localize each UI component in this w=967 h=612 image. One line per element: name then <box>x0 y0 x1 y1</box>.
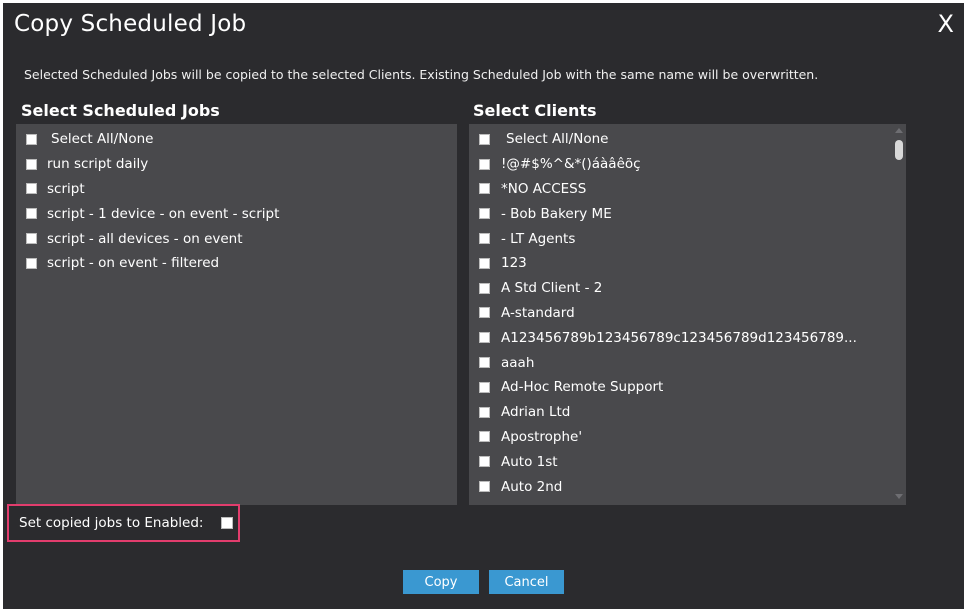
client-item-checkbox[interactable] <box>479 158 490 170</box>
client-list-item[interactable]: - LT Agents <box>469 226 906 251</box>
job-item-label: script - all devices - on event <box>47 230 243 247</box>
clients-select-all-item[interactable]: Select All/None <box>469 127 906 152</box>
client-item-label: Auto 2nd <box>501 478 563 495</box>
client-list-item[interactable]: aaah <box>469 350 906 375</box>
client-item-checkbox[interactable] <box>479 208 490 220</box>
client-list-item[interactable]: Auto 2nd <box>469 474 906 499</box>
client-item-label: Apostrophe' <box>501 428 583 445</box>
client-item-checkbox[interactable] <box>479 282 490 294</box>
job-item-checkbox[interactable] <box>26 158 37 170</box>
job-list-item[interactable]: script - 1 device - on event - script <box>16 201 457 226</box>
scrollbar-thumb[interactable] <box>895 140 903 160</box>
job-item-checkbox[interactable] <box>26 233 37 245</box>
job-list-item[interactable]: run script daily <box>16 152 457 177</box>
scroll-up-arrow-icon[interactable] <box>895 128 903 133</box>
dialog-description: Selected Scheduled Jobs will be copied t… <box>24 67 819 82</box>
cancel-button[interactable]: Cancel <box>489 570 564 594</box>
client-item-checkbox[interactable] <box>479 431 490 443</box>
job-item-checkbox[interactable] <box>26 183 37 195</box>
client-item-label: Ad-Hoc Remote Support <box>501 379 664 396</box>
client-list-item[interactable]: Ad-Hoc Remote Support <box>469 375 906 400</box>
client-item-label: A-standard <box>501 304 575 321</box>
client-item-label: *NO ACCESS <box>501 180 587 197</box>
close-icon[interactable]: X <box>938 9 954 39</box>
client-item-checkbox[interactable] <box>479 307 490 319</box>
jobs-select-all-item[interactable]: Select All/None <box>16 127 457 152</box>
job-list-item[interactable]: script - all devices - on event <box>16 226 457 251</box>
enabled-option-label: Set copied jobs to Enabled: <box>19 515 204 531</box>
client-list-item[interactable]: *NO ACCESS <box>469 177 906 202</box>
client-item-label: A123456789b123456789c123456789d123456789… <box>501 329 857 346</box>
job-item-label: script - on event - filtered <box>47 255 220 272</box>
copy-scheduled-job-dialog: Copy Scheduled Job X Selected Scheduled … <box>3 3 964 609</box>
jobs-heading: Select Scheduled Jobs <box>21 101 220 120</box>
clients-select-all-label: Select All/None <box>506 131 609 148</box>
clients-select-all-checkbox[interactable] <box>479 133 490 145</box>
client-list-item[interactable]: A Std Client - 2 <box>469 276 906 301</box>
client-item-label: 123 <box>501 255 527 272</box>
client-item-label: Adrian Ltd <box>501 404 571 421</box>
jobs-list: Select All/None run script daily script sc… <box>16 127 457 276</box>
job-item-label: script <box>47 180 85 197</box>
enabled-option-checkbox[interactable] <box>221 517 234 529</box>
client-item-checkbox[interactable] <box>479 481 490 493</box>
clients-scrollbar[interactable] <box>892 124 906 505</box>
client-list-item[interactable]: !@#$%^&*()áàâêõç <box>469 152 906 177</box>
jobs-list-panel: Select All/None run script daily script sc… <box>16 124 457 505</box>
job-item-checkbox[interactable] <box>26 257 37 269</box>
client-list-item[interactable]: A-standard <box>469 301 906 326</box>
clients-heading: Select Clients <box>473 101 597 120</box>
job-item-label: run script daily <box>47 156 149 173</box>
client-item-checkbox[interactable] <box>479 183 490 195</box>
scroll-down-arrow-icon[interactable] <box>895 494 903 499</box>
jobs-select-all-checkbox[interactable] <box>26 133 37 145</box>
client-item-checkbox[interactable] <box>479 456 490 468</box>
client-item-checkbox[interactable] <box>479 257 490 269</box>
client-list-item[interactable]: Adrian Ltd <box>469 400 906 425</box>
client-item-label: Auto 1st <box>501 453 558 470</box>
client-item-checkbox[interactable] <box>479 233 490 245</box>
client-item-label: - Bob Bakery ME <box>501 205 612 222</box>
client-item-checkbox[interactable] <box>479 406 490 418</box>
client-list-item[interactable]: A123456789b123456789c123456789d123456789… <box>469 325 906 350</box>
client-item-label: !@#$%^&*()áàâêõç <box>501 156 641 173</box>
client-item-label: A Std Client - 2 <box>501 280 603 297</box>
enabled-option-highlight: Set copied jobs to Enabled: <box>7 504 240 542</box>
clients-list-panel: Select All/None !@#$%^&*()áàâêõç *NO ACCE… <box>469 124 906 505</box>
copy-button[interactable]: Copy <box>403 570 479 594</box>
job-item-label: script - 1 device - on event - script <box>47 205 280 222</box>
client-item-checkbox[interactable] <box>479 381 490 393</box>
client-list-item[interactable]: 123 <box>469 251 906 276</box>
jobs-select-all-label: Select All/None <box>51 131 154 148</box>
client-item-label: - LT Agents <box>501 230 576 247</box>
client-item-checkbox[interactable] <box>479 357 490 369</box>
job-list-item[interactable]: script - on event - filtered <box>16 251 457 276</box>
client-list-item[interactable]: - Bob Bakery ME <box>469 201 906 226</box>
job-list-item[interactable]: script <box>16 177 457 202</box>
clients-list: Select All/None !@#$%^&*()áàâêõç *NO ACCE… <box>469 127 906 499</box>
dialog-title: Copy Scheduled Job <box>14 11 247 37</box>
job-item-checkbox[interactable] <box>26 208 37 220</box>
client-item-label: aaah <box>501 354 535 371</box>
client-list-item[interactable]: Apostrophe' <box>469 425 906 450</box>
client-item-checkbox[interactable] <box>479 332 490 344</box>
client-list-item[interactable]: Auto 1st <box>469 449 906 474</box>
